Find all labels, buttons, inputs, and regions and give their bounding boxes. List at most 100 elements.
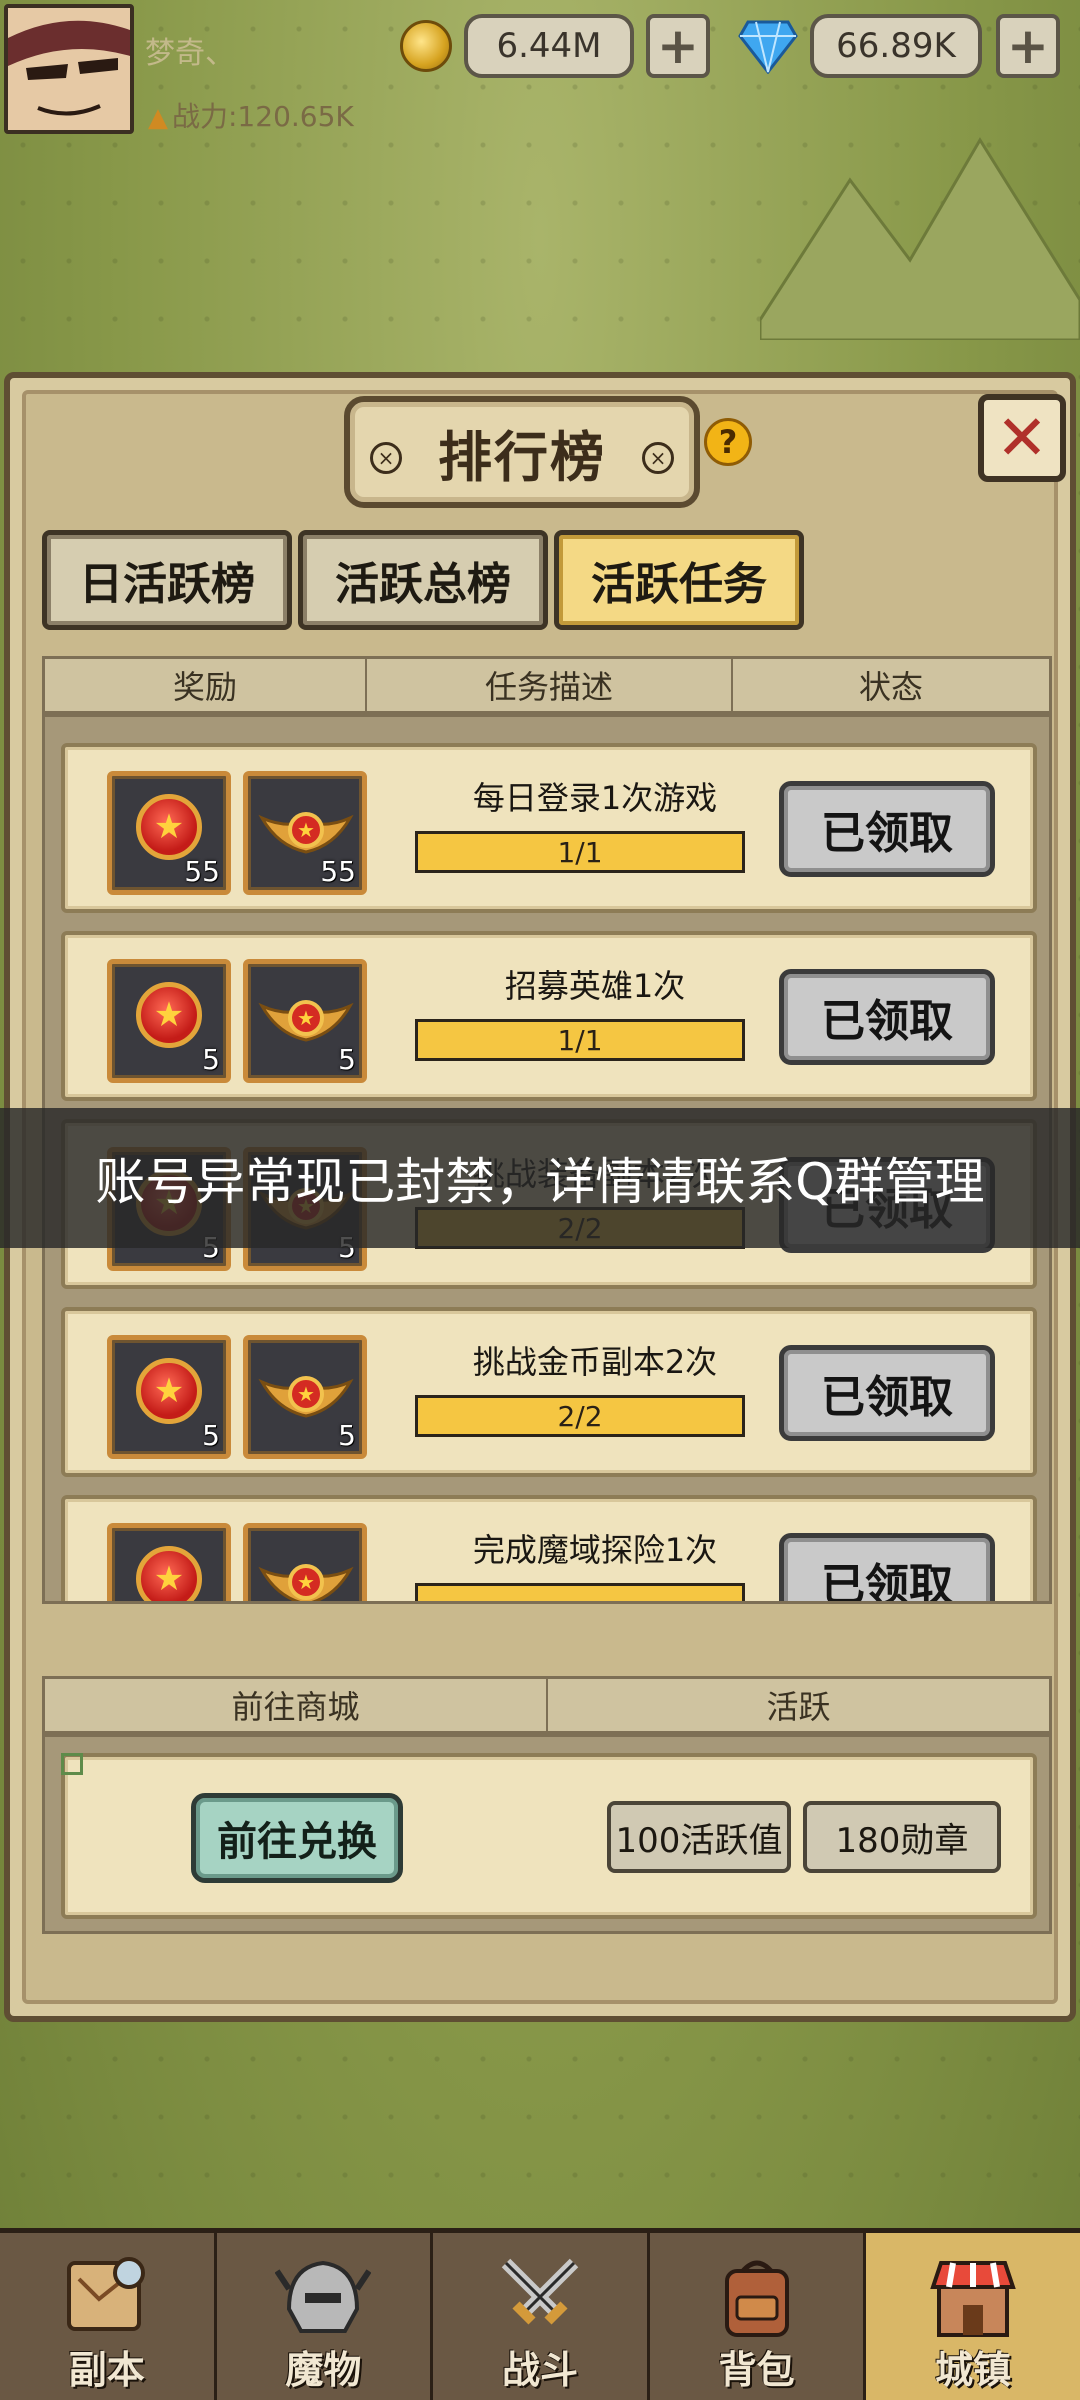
red-star-medal-icon: ★: [136, 794, 202, 860]
nav-item-dungeon[interactable]: 副本: [0, 2233, 217, 2400]
task-description: 招募英雄1次: [504, 967, 686, 1005]
progress-label: [418, 1586, 742, 1601]
progress-label: 1/1: [557, 1023, 603, 1057]
svg-text:★: ★: [297, 1570, 315, 1594]
task-description: 完成魔域探险1次: [472, 1531, 718, 1569]
diamond-amount: 66.89K: [810, 14, 982, 78]
title-ornament-left-icon: ×: [370, 442, 402, 474]
top-bar: 梦奇、 ▲ 战力:120.65K 6.44M + 66.89K +: [0, 0, 1080, 138]
combat-power: ▲ 战力:120.65K: [148, 95, 354, 135]
player-avatar[interactable]: [4, 4, 134, 134]
ban-notice-text: 账号异常现已封禁，详情请联系Q群管理: [95, 1153, 985, 1211]
task-progress-bar: [415, 1583, 745, 1601]
combat-power-value: 战力:120.65K: [172, 100, 354, 133]
close-icon: ✕: [996, 401, 1048, 474]
task-progress-bar: 1/1: [415, 1019, 745, 1061]
power-icon: ▲: [148, 103, 168, 133]
reward-slot[interactable]: ★ 5: [107, 1335, 231, 1459]
shop-header: 前往商城 活跃: [42, 1676, 1052, 1734]
go-exchange-button[interactable]: 前往兑换: [191, 1793, 403, 1883]
reward-count: 55: [320, 855, 356, 888]
red-star-medal-icon: ★: [136, 982, 202, 1048]
shop-area: 前往兑换 100活跃值 180勋章: [42, 1734, 1052, 1934]
add-gold-button[interactable]: +: [646, 14, 710, 78]
help-icon[interactable]: ?: [704, 418, 752, 466]
task-row: ★ 5 ★ 5 挑战金币副本2次 2/2 已领取: [61, 1307, 1037, 1477]
task-progress-bar: 2/2: [415, 1395, 745, 1437]
reward-slot[interactable]: ★ 55: [243, 771, 367, 895]
nav-item-town[interactable]: 城镇: [866, 2233, 1080, 2400]
reward-slot[interactable]: ★ 5: [107, 959, 231, 1083]
diamond-icon: [738, 20, 798, 74]
town-shop-icon: [925, 2249, 1021, 2345]
gold-amount: 6.44M: [464, 14, 634, 78]
reward-count: 5: [202, 1419, 220, 1452]
tab-active-tasks[interactable]: 活跃任务: [554, 530, 804, 630]
reward-slot[interactable]: ★ 5: [243, 959, 367, 1083]
reward-count: 55: [184, 855, 220, 888]
column-description: 任务描述: [367, 659, 733, 711]
bottom-navigation: 副本 魔物 战斗 背包 城镇: [0, 2228, 1080, 2400]
nav-item-bag[interactable]: 背包: [649, 2233, 867, 2400]
coin-icon: [400, 20, 452, 72]
claimed-button[interactable]: 已领取: [779, 969, 995, 1065]
progress-label: 2/2: [557, 1399, 603, 1433]
progress-label: 1/1: [557, 835, 603, 869]
winged-star-badge-icon: ★: [258, 1564, 354, 1601]
reward-count: 5: [338, 1419, 356, 1452]
reward-slot[interactable]: ★ 5: [243, 1335, 367, 1459]
nav-label: 城镇: [935, 2348, 1012, 2392]
shop-card: 前往兑换 100活跃值 180勋章: [61, 1753, 1037, 1919]
background-mountains: [760, 137, 1080, 340]
nav-label: 背包: [718, 2348, 795, 2392]
nav-item-battle[interactable]: 战斗: [433, 2233, 650, 2400]
svg-text:★: ★: [297, 1006, 315, 1030]
svg-text:★: ★: [297, 818, 315, 842]
close-button[interactable]: ✕: [978, 394, 1066, 482]
reward-slot[interactable]: ★: [107, 1523, 231, 1601]
task-progress-bar: 1/1: [415, 831, 745, 873]
nav-label: 副本: [68, 2348, 145, 2392]
column-reward: 奖励: [45, 659, 367, 711]
add-diamond-button[interactable]: +: [996, 14, 1060, 78]
medals-chip: 180勋章: [803, 1801, 1001, 1873]
nav-label: 战斗: [501, 2348, 578, 2392]
backpack-icon: [709, 2249, 805, 2345]
column-go-shop: 前往商城: [45, 1679, 548, 1731]
winged-star-badge-icon: ★: [258, 1000, 354, 1042]
red-star-medal-icon: ★: [136, 1358, 202, 1424]
winged-star-badge-icon: ★: [258, 812, 354, 854]
task-description: 每日登录1次游戏: [472, 779, 718, 817]
red-star-medal-icon: ★: [136, 1546, 202, 1601]
task-description: 挑战金币副本2次: [472, 1343, 718, 1381]
tab-total-active[interactable]: 活跃总榜: [298, 530, 548, 630]
reward-slot[interactable]: ★: [243, 1523, 367, 1601]
panel-title-plate: × 排行榜 ×: [344, 396, 700, 508]
claimed-button[interactable]: 已领取: [779, 781, 995, 877]
reward-count: 5: [338, 1043, 356, 1076]
claimed-button[interactable]: 已领取: [779, 1533, 995, 1601]
monster-helmet-icon: [274, 2249, 372, 2345]
title-ornament-right-icon: ×: [642, 442, 674, 474]
column-status: 状态: [858, 668, 923, 706]
active-points-chip: 100活跃值: [607, 1801, 791, 1873]
ban-notice-banner: 账号异常现已封禁，详情请联系Q群管理: [0, 1108, 1080, 1248]
avatar-portrait-icon: [8, 8, 130, 130]
task-row: ★ ★ 完成魔域探险1次 已领取: [61, 1495, 1037, 1601]
claimed-button[interactable]: 已领取: [779, 1345, 995, 1441]
nav-item-monster[interactable]: 魔物: [216, 2233, 434, 2400]
column-active: 活跃: [766, 1688, 831, 1726]
winged-star-badge-icon: ★: [258, 1376, 354, 1418]
corner-ornament-icon: [61, 1753, 83, 1775]
crossed-swords-icon: [492, 2249, 588, 2345]
svg-text:★: ★: [297, 1382, 315, 1406]
reward-count: 5: [202, 1043, 220, 1076]
map-icon: [59, 2249, 155, 2345]
tab-daily-active[interactable]: 日活跃榜: [42, 530, 292, 630]
reward-slot[interactable]: ★ 55: [107, 771, 231, 895]
task-row: ★ 5 ★ 5 招募英雄1次 1/1 已领取: [61, 931, 1037, 1101]
player-name: 梦奇、: [145, 36, 235, 71]
panel-title: 排行榜: [438, 425, 606, 489]
task-table-header: 奖励 任务描述 状态: [42, 656, 1052, 714]
task-row: ★ 55 ★ 55 每日登录1次游戏 1/1 已领取: [61, 743, 1037, 913]
